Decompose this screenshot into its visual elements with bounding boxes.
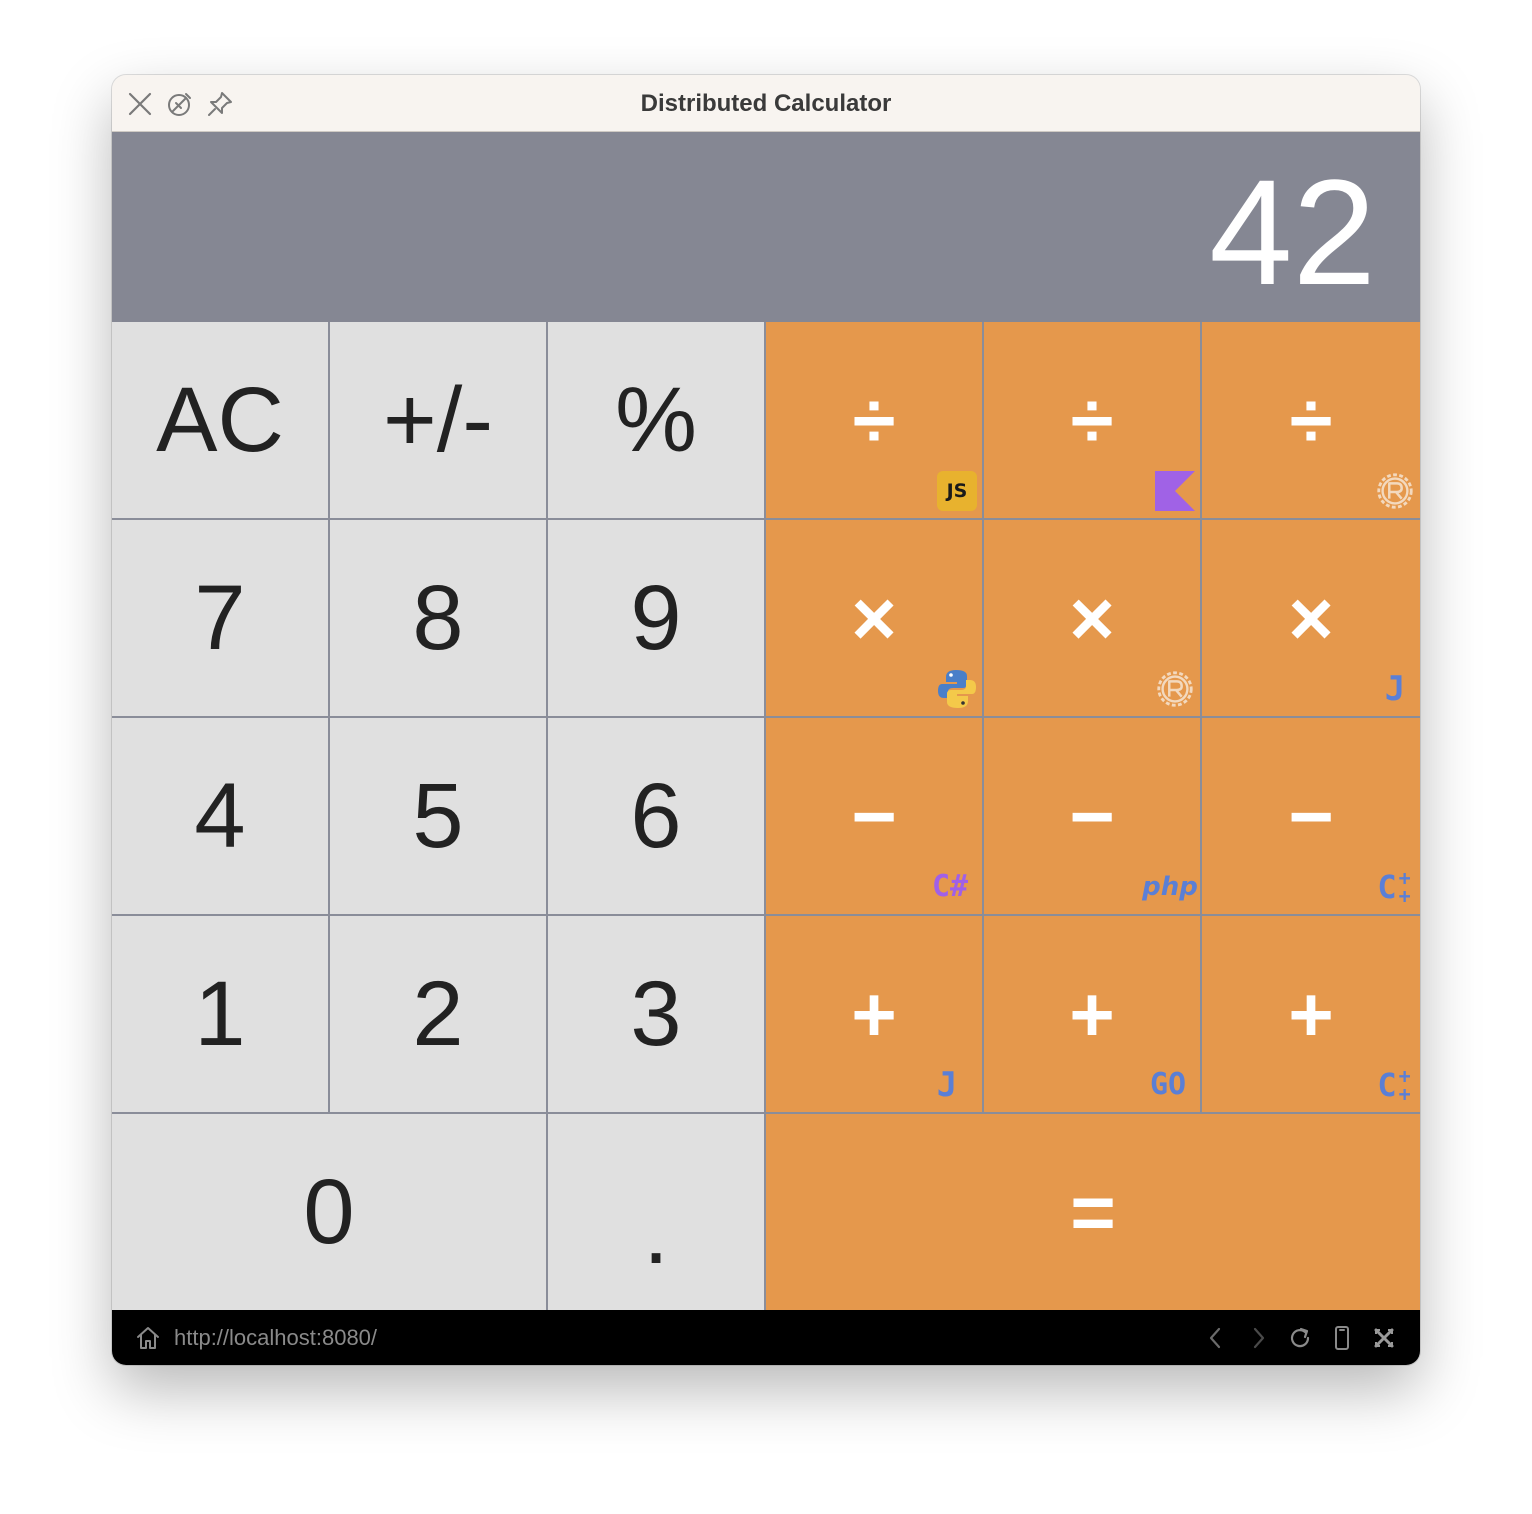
digit-4-button[interactable]: 4 [112,718,330,916]
java-badge-text: J [936,1065,958,1105]
digit-0-button[interactable]: 0 [112,1114,548,1310]
divide-label: ÷ [852,376,896,464]
digit-3-label: 3 [630,963,682,1065]
reload-icon[interactable] [1286,1324,1314,1352]
go-icon: GO [1140,1064,1196,1106]
rust-icon [1374,470,1416,512]
python-icon [936,668,978,710]
title-bar: Distributed Calculator [112,75,1420,132]
digit-6-button[interactable]: 6 [548,718,766,916]
multiply-label: × [1288,574,1334,662]
sign-toggle-label: +/- [383,369,493,471]
app-window: Distributed Calculator 42 AC +/- % ÷ JS … [112,75,1420,1365]
subtract-csharp-button[interactable]: − C# [766,718,984,916]
home-icon[interactable] [134,1324,162,1352]
digit-3-button[interactable]: 3 [548,916,766,1114]
subtract-cpp-button[interactable]: − C + + [1202,718,1420,916]
subtract-label: − [1069,772,1115,860]
close-icon[interactable] [1370,1324,1398,1352]
digit-6-label: 6 [630,765,682,867]
ac-button[interactable]: AC [112,322,330,520]
percent-button[interactable]: % [548,322,766,520]
display-value: 42 [1209,148,1376,316]
subtract-php-button[interactable]: − php [984,718,1202,916]
cpp-plus-bottom: + [1398,884,1411,908]
add-label: + [1069,970,1115,1058]
digit-5-label: 5 [412,765,464,867]
cpp-icon: C + + [1368,866,1420,908]
javascript-icon: JS [936,470,978,512]
go-badge-text: GO [1149,1067,1187,1102]
add-cpp-button[interactable]: + C + + [1202,916,1420,1114]
add-label: + [851,970,897,1058]
multiply-python-button[interactable]: × [766,520,984,718]
kotlin-icon [1154,470,1196,512]
digit-7-label: 7 [194,567,246,669]
subtract-label: − [851,772,897,860]
php-badge-text: php [1142,872,1198,902]
add-java-button[interactable]: + J [766,916,984,1114]
decimal-point-button[interactable]: . [548,1114,766,1310]
multiply-rust-button[interactable]: × [984,520,1202,718]
sign-toggle-button[interactable]: +/- [330,322,548,520]
digit-7-button[interactable]: 7 [112,520,330,718]
equals-button[interactable]: = [766,1114,1420,1310]
php-icon: php [1140,866,1200,908]
equals-label: = [1070,1168,1116,1256]
ac-label: AC [156,369,284,471]
divide-kotlin-button[interactable]: ÷ [984,322,1202,520]
multiply-java-button[interactable]: × J [1202,520,1420,718]
javascript-badge-text: JS [937,471,977,511]
window-title: Distributed Calculator [640,90,892,117]
keypad: AC +/- % ÷ JS ÷ ÷ 7 8 9 × × × J 4 5 6 − … [112,322,1420,1310]
add-label: + [1288,970,1334,1058]
digit-4-label: 4 [194,765,246,867]
java-badge-text: J [1384,669,1406,709]
digit-8-label: 8 [412,567,464,669]
percent-label: % [615,369,697,471]
calculator-display: 42 [112,132,1420,322]
digit-8-button[interactable]: 8 [330,520,548,718]
digit-5-button[interactable]: 5 [330,718,548,916]
cpp-badge-text: C [1377,1066,1397,1104]
digit-2-label: 2 [412,963,464,1065]
csharp-badge-text: C# [931,869,969,904]
java-icon: J [1374,668,1416,710]
digit-1-label: 1 [194,963,246,1065]
subtract-label: − [1288,772,1334,860]
divide-label: ÷ [1070,376,1114,464]
multiply-label: × [1069,574,1115,662]
divide-javascript-button[interactable]: ÷ JS [766,322,984,520]
digit-9-button[interactable]: 9 [548,520,766,718]
cpp-badge-text: C [1377,868,1397,906]
status-bar: http://localhost:8080/ [112,1310,1420,1365]
cpp-icon: C + + [1368,1064,1420,1106]
digit-9-label: 9 [630,567,682,669]
digit-1-button[interactable]: 1 [112,916,330,1114]
digit-0-label: 0 [303,1161,355,1263]
back-icon[interactable] [1202,1324,1230,1352]
divide-rust-button[interactable]: ÷ [1202,322,1420,520]
divide-label: ÷ [1289,376,1333,464]
digit-2-button[interactable]: 2 [330,916,548,1114]
device-icon[interactable] [1328,1324,1356,1352]
forward-icon[interactable] [1244,1324,1272,1352]
rust-icon [1154,668,1196,710]
csharp-icon: C# [922,866,978,908]
cpp-plus-bottom: + [1398,1082,1411,1106]
add-go-button[interactable]: + GO [984,916,1202,1114]
decimal-point-label: . [643,1181,669,1283]
java-icon: J [926,1064,968,1106]
multiply-label: × [851,574,897,662]
url-text: http://localhost:8080/ [174,1325,378,1350]
